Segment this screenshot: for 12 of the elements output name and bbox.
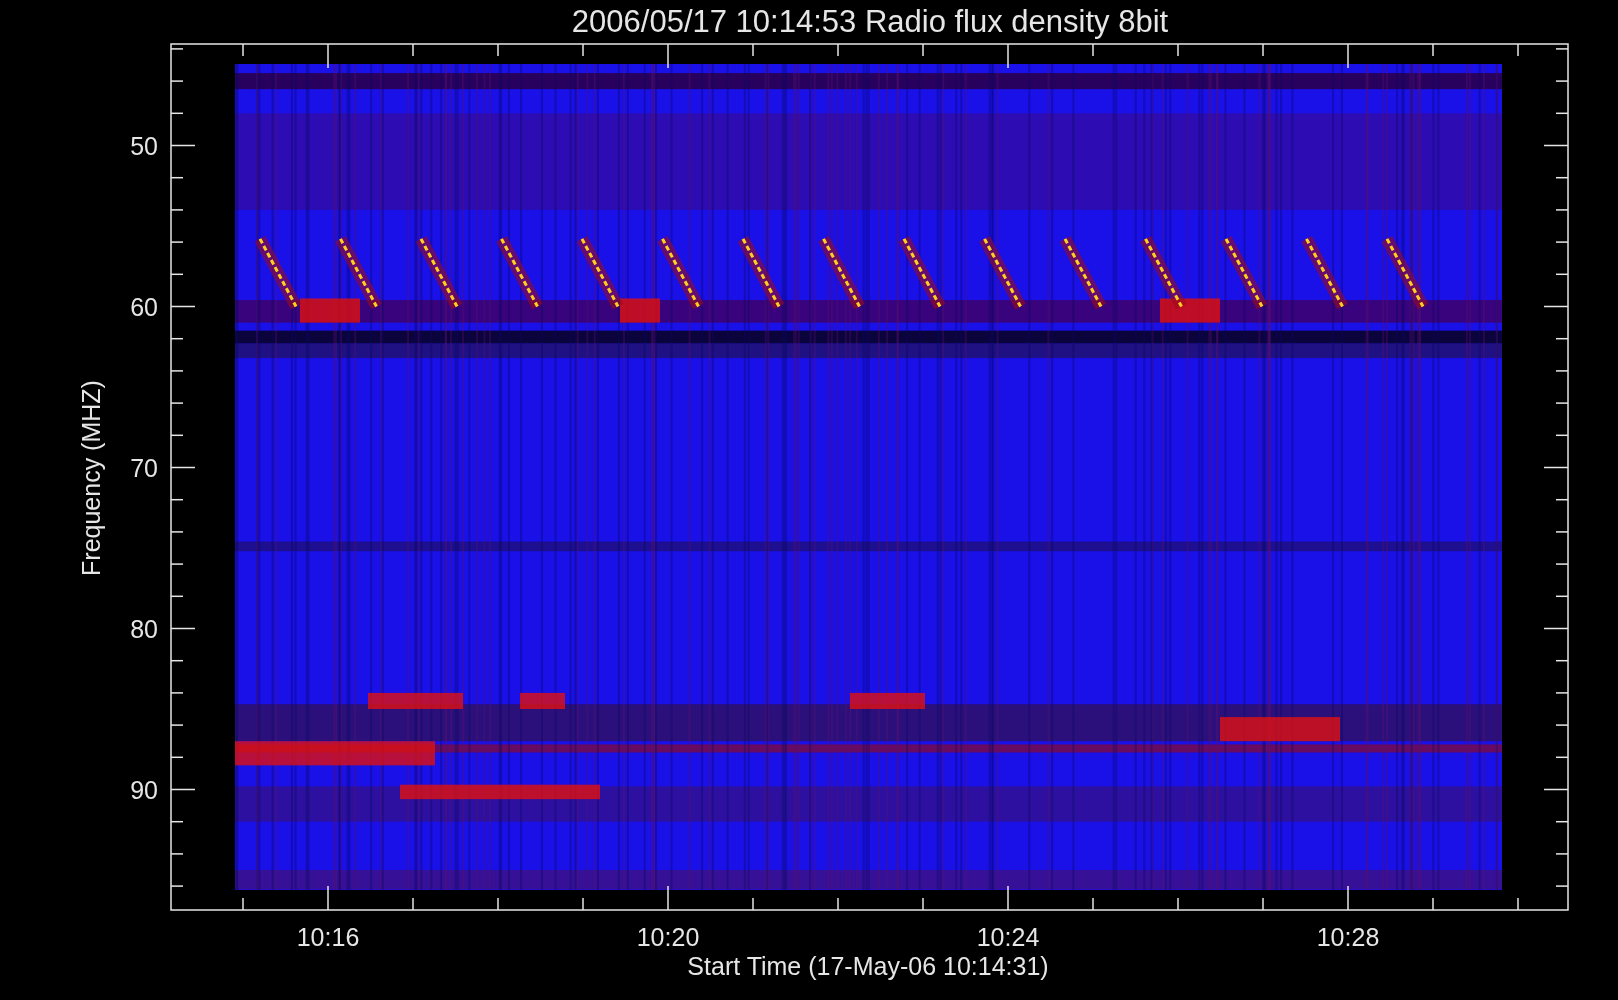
y-axis-label: Frequency (MHZ): [77, 380, 105, 576]
y-tick-label: 70: [130, 453, 158, 482]
y-tick-label: 80: [130, 614, 158, 643]
x-axis-label: Start Time (17-May-06 10:14:31): [687, 952, 1049, 980]
x-tick-label: 10:20: [636, 923, 700, 951]
y-tick-label: 90: [130, 775, 158, 804]
y-tick-label: 60: [130, 292, 158, 321]
x-tick-label: 10:24: [976, 923, 1040, 951]
chart-title: 2006/05/17 10:14:53 Radio flux density 8bit: [571, 4, 1169, 39]
y-tick-label: 50: [130, 131, 158, 160]
x-tick-label: 10:28: [1316, 923, 1380, 951]
x-tick-label: 10:16: [296, 923, 360, 951]
